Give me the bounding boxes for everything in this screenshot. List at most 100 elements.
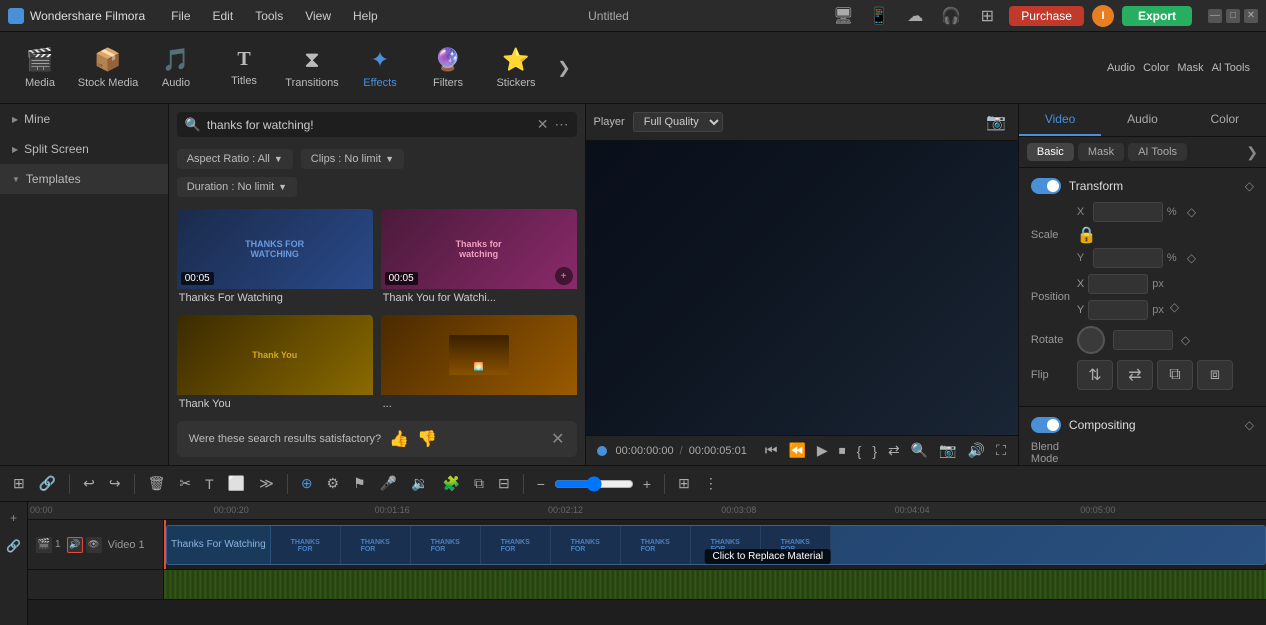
rotate-knob[interactable] — [1077, 326, 1105, 354]
feedback-close-button[interactable]: ✕ — [551, 429, 564, 449]
tl-dots-button[interactable]: ⋮ — [699, 472, 723, 495]
tl-add-clip-button[interactable]: + — [2, 506, 26, 530]
toolbar-more-button[interactable]: ❯ — [552, 38, 576, 98]
toolbar-stickers[interactable]: ⭐ Stickers — [484, 38, 548, 98]
video-eye-icon[interactable]: 👁 — [86, 537, 102, 553]
thumbup-button[interactable]: 👍 — [389, 429, 409, 449]
maximize-button[interactable]: □ — [1226, 9, 1240, 23]
sub-tab-basic[interactable]: Basic — [1027, 143, 1074, 161]
compositing-keyframe-icon[interactable]: ◇ — [1245, 418, 1254, 432]
tl-grid-button[interactable]: ⊞ — [673, 472, 695, 495]
sub-tab-more[interactable]: ❯ — [1246, 144, 1258, 161]
tl-subtitle-button[interactable]: ⊟ — [493, 472, 515, 495]
clips-filter[interactable]: Clips : No limit ▼ — [301, 149, 404, 169]
flip-paste-button[interactable]: ⧈ — [1197, 360, 1233, 390]
tl-zoom-slider[interactable] — [554, 476, 634, 492]
tl-color-match-button[interactable]: ⊕ — [296, 472, 318, 495]
menu-help[interactable]: Help — [343, 7, 388, 25]
toolbar-media[interactable]: 🎬 Media — [8, 38, 72, 98]
tl-magnet-button[interactable]: 🔗 — [34, 472, 61, 495]
mark-out-button[interactable]: } — [868, 440, 881, 461]
tl-text-button[interactable]: T — [200, 473, 219, 495]
grid-icon[interactable]: ⊞ — [973, 2, 1001, 30]
search-options-button[interactable]: ⋯ — [555, 116, 569, 133]
transform-keyframe-icon[interactable]: ◇ — [1245, 179, 1254, 193]
sub-tab-ai-tools[interactable]: AI Tools — [1128, 143, 1187, 161]
thumbdown-button[interactable]: 👎 — [417, 429, 437, 449]
tab-audio[interactable]: Audio — [1101, 104, 1183, 136]
left-panel-templates[interactable]: ▼ Templates — [0, 164, 168, 194]
compositing-toggle[interactable] — [1031, 417, 1061, 433]
tl-overlay-button[interactable]: ⧉ — [469, 472, 489, 495]
tab-color[interactable]: Color — [1184, 104, 1266, 136]
video-mute-icon[interactable]: 🔊 — [67, 537, 83, 553]
position-x-input[interactable]: 0.00 — [1088, 274, 1148, 294]
aspect-ratio-filter[interactable]: Aspect Ratio : All ▼ — [177, 149, 293, 169]
result-item-0[interactable]: THANKS FORWATCHING 00:05 Thanks For Watc… — [177, 209, 373, 307]
sub-tab-mask[interactable]: Mask — [1078, 143, 1124, 161]
tab-video[interactable]: Video — [1019, 104, 1101, 136]
tl-cut-button[interactable]: ✂ — [174, 472, 196, 495]
search-input[interactable] — [207, 118, 531, 132]
result-item-2[interactable]: Thank You Thank You — [177, 315, 373, 413]
scale-x-input[interactable]: 100.00 — [1093, 202, 1163, 222]
tl-puzzle-button[interactable]: 🧩 — [438, 472, 465, 495]
tl-add-track-button[interactable]: ⊞ — [8, 472, 30, 495]
cloud-icon[interactable]: ☁ — [901, 2, 929, 30]
user-avatar[interactable]: I — [1092, 5, 1114, 27]
mark-in-button[interactable]: { — [853, 440, 866, 461]
lock-icon[interactable]: 🔒 — [1077, 225, 1089, 245]
transform-toggle[interactable] — [1031, 178, 1061, 194]
tl-delete-button[interactable]: 🗑 — [143, 472, 171, 495]
toolbar-titles[interactable]: T Titles — [212, 38, 276, 98]
tl-crop-button[interactable]: ⬜ — [223, 472, 250, 495]
play-button[interactable]: ▶ — [813, 440, 832, 461]
toolbar-stock-media[interactable]: 📦 Stock Media — [76, 38, 140, 98]
video-clip[interactable]: Thanks For Watching THANKSFOR THANKSFOR … — [166, 525, 1266, 565]
snap-button[interactable]: ⇄ — [884, 440, 904, 461]
duration-filter[interactable]: Duration : No limit ▼ — [177, 177, 297, 197]
search-clear-button[interactable]: ✕ — [537, 116, 549, 133]
scale-y-input[interactable]: 100.00 — [1093, 248, 1163, 268]
skip-back-button[interactable]: ⏮ — [761, 440, 782, 461]
scale-x-keyframe[interactable]: ◇ — [1187, 205, 1196, 219]
tl-undo-button[interactable]: ↩ — [78, 472, 100, 495]
zoom-button[interactable]: 🔍 — [907, 440, 932, 461]
flip-horizontal-button[interactable]: ⇅ — [1077, 360, 1113, 390]
export-button[interactable]: Export — [1122, 6, 1192, 26]
tl-zoom-in-button[interactable]: + — [638, 473, 656, 495]
toolbar-effects[interactable]: ✦ Effects — [348, 38, 412, 98]
tl-link-button[interactable]: 🔗 — [2, 534, 26, 558]
scale-y-keyframe[interactable]: ◇ — [1187, 251, 1196, 265]
fullscreen-button[interactable]: ⛶ — [992, 440, 1010, 461]
stop-button[interactable]: ⏹ — [835, 440, 850, 461]
result-item-3[interactable]: 🌅 ... — [381, 315, 577, 413]
menu-view[interactable]: View — [295, 7, 341, 25]
menu-tools[interactable]: Tools — [245, 7, 293, 25]
rotate-keyframe[interactable]: ◇ — [1181, 333, 1190, 347]
position-keyframe[interactable]: ◇ — [1170, 300, 1179, 320]
progress-handle[interactable] — [597, 446, 607, 456]
tl-marker-button[interactable]: ⚑ — [348, 472, 371, 495]
toolbar-transitions[interactable]: ⧗ Transitions — [280, 38, 344, 98]
quality-select[interactable]: Full Quality — [633, 112, 723, 132]
tl-settings-button[interactable]: ⚙ — [322, 472, 345, 495]
monitor-icon[interactable]: 🖥 — [829, 2, 857, 30]
mobile-icon[interactable]: 📱 — [865, 2, 893, 30]
preview-screenshot-icon[interactable]: 📷 — [982, 108, 1010, 136]
tl-audio-duck-button[interactable]: 🔉 — [406, 472, 433, 495]
flip-copy-button[interactable]: ⧉ — [1157, 360, 1193, 390]
purchase-button[interactable]: Purchase — [1009, 6, 1084, 26]
flip-vertical-button[interactable]: ⇄ — [1117, 360, 1153, 390]
result-item-1[interactable]: Thanks forwatching 00:05 + Thank You for… — [381, 209, 577, 307]
toolbar-audio[interactable]: 🎵 Audio — [144, 38, 208, 98]
rotate-input[interactable]: 0.00° — [1113, 330, 1173, 350]
toolbar-filters[interactable]: 🔮 Filters — [416, 38, 480, 98]
audio-button[interactable]: 🔊 — [964, 440, 989, 461]
tl-more-button[interactable]: ≫ — [254, 472, 279, 495]
position-y-input[interactable]: 0.00 — [1088, 300, 1148, 320]
left-panel-split-screen[interactable]: ▶ Split Screen — [0, 134, 168, 164]
menu-edit[interactable]: Edit — [203, 7, 244, 25]
tl-zoom-out-button[interactable]: − — [532, 473, 550, 495]
step-back-button[interactable]: ⏪ — [784, 440, 809, 461]
